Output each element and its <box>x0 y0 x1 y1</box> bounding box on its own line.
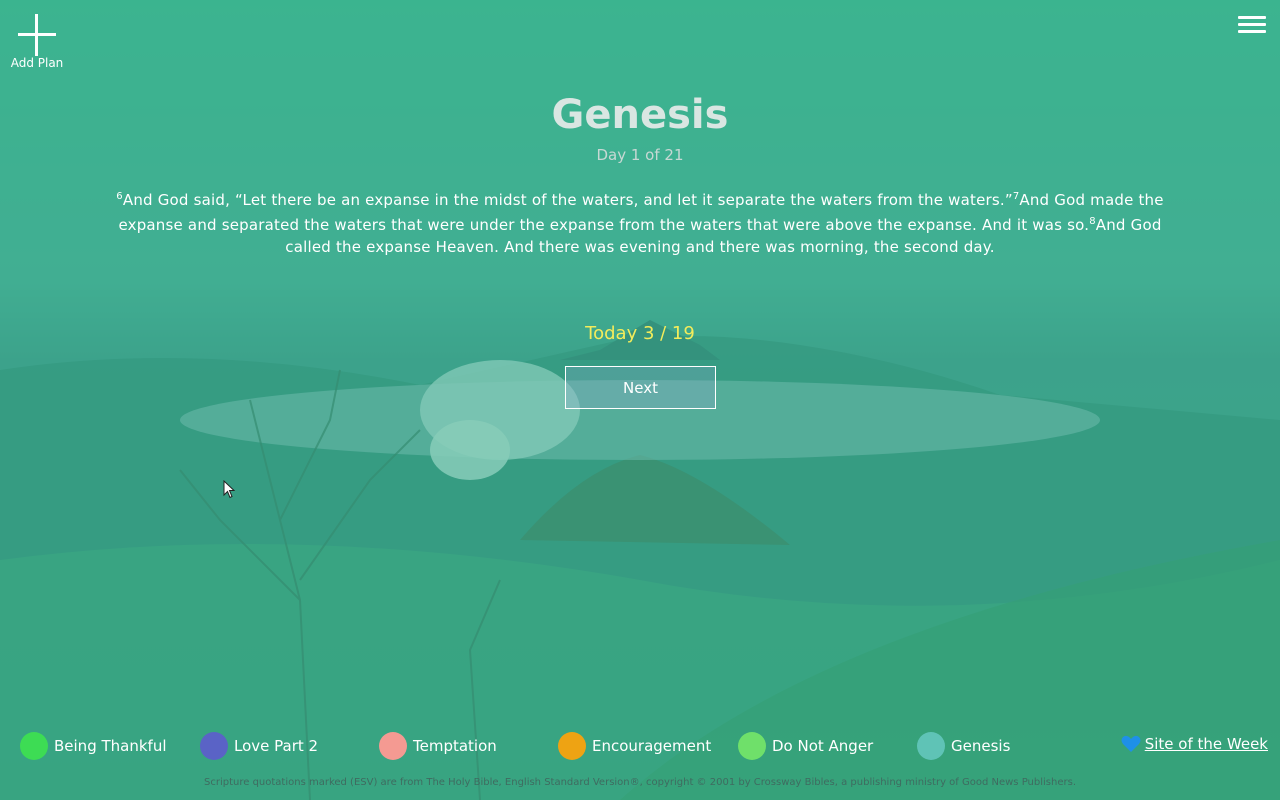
plan-name: Genesis <box>951 737 1011 755</box>
plan-color-dot <box>738 732 766 760</box>
add-plan-button[interactable]: Add Plan <box>8 12 66 70</box>
next-button[interactable]: Next <box>565 366 716 409</box>
plan-color-dot <box>20 732 48 760</box>
add-plan-label: Add Plan <box>10 56 64 70</box>
plan-item[interactable]: Do Not Anger <box>738 732 873 760</box>
plan-item[interactable]: Genesis <box>917 732 1010 760</box>
plus-icon <box>18 14 56 56</box>
plan-title: Genesis <box>551 92 729 138</box>
plan-item[interactable]: Temptation <box>379 732 497 760</box>
plan-name: Do Not Anger <box>772 737 874 755</box>
plan-color-dot <box>558 732 586 760</box>
site-of-the-week[interactable]: Site of the Week <box>1121 735 1268 753</box>
plan-color-dot <box>917 732 945 760</box>
copyright-notice: Scripture quotations marked (ESV) are fr… <box>204 777 1076 788</box>
plan-name: Encouragement <box>592 737 712 755</box>
plan-name: Love Part 2 <box>234 737 319 755</box>
plan-color-dot <box>379 732 407 760</box>
plan-color-dot <box>200 732 228 760</box>
plan-item[interactable]: Encouragement <box>558 732 711 760</box>
site-of-the-week-link[interactable]: Site of the Week <box>1145 735 1268 753</box>
plan-item[interactable]: Love Part 2 <box>200 732 318 760</box>
plan-item[interactable]: Being Thankful <box>20 732 167 760</box>
scripture-passage: 6And God said, “Let there be an expanse … <box>100 186 1180 258</box>
verse-text: And God said, “Let there be an expanse i… <box>122 191 1013 209</box>
plan-name: Temptation <box>413 737 497 755</box>
mouse-cursor-icon <box>223 480 235 499</box>
day-counter: Day 1 of 21 <box>596 146 684 164</box>
heart-icon <box>1121 735 1141 752</box>
plan-name: Being Thankful <box>54 737 167 755</box>
today-progress: Today 3 / 19 <box>585 323 695 344</box>
hamburger-menu-icon[interactable] <box>1238 12 1266 36</box>
